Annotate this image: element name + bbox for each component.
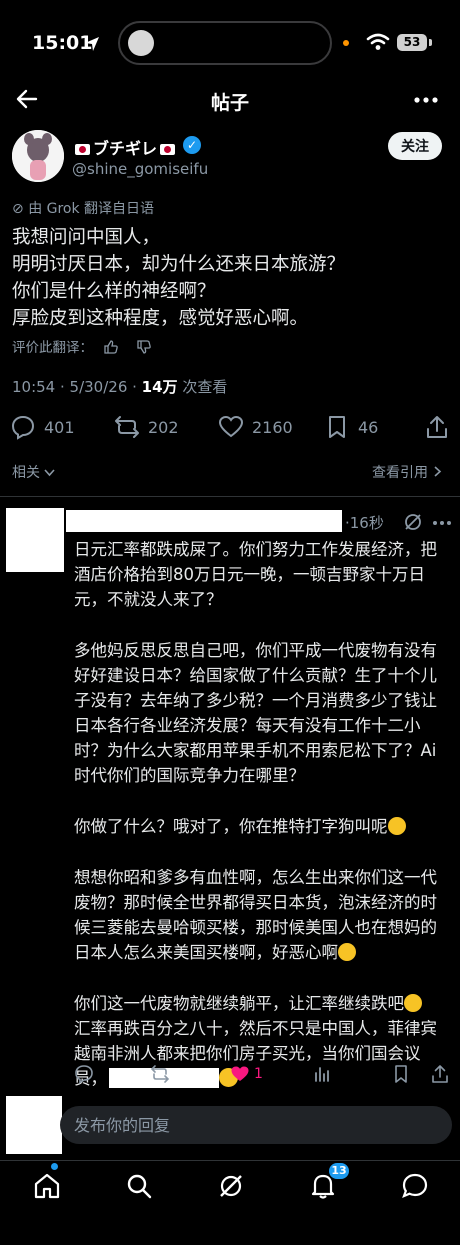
rofl-emoji-icon — [387, 817, 406, 835]
author-name[interactable]: ブチギレ — [72, 135, 178, 159]
author-avatar[interactable] — [12, 130, 64, 182]
like-action[interactable]: 2160 — [218, 412, 293, 442]
share-icon — [432, 1065, 448, 1083]
bookmark-icon — [395, 1065, 407, 1083]
grok-icon: ⊘ — [12, 201, 24, 217]
reply-paragraph: 日元汇率都跌成屎了。你们努力工作发展经济，把酒店价格抬到80万日元一晚，一顿吉野… — [74, 540, 437, 609]
grok-translation-note: ⊘ 由 Grok 翻译自日语 — [12, 198, 154, 218]
author-avatar-image — [12, 130, 64, 182]
battery-level: 53 — [397, 34, 427, 51]
chevron-right-icon — [434, 466, 442, 477]
view-quotes-link[interactable]: 查看引用 — [372, 462, 442, 482]
like-count: 2160 — [252, 417, 293, 437]
rofl-emoji-icon — [404, 994, 422, 1012]
wifi-icon — [366, 33, 390, 50]
status-bar: 15:01 53 — [0, 0, 460, 84]
reply-bookmark-action[interactable] — [391, 1064, 411, 1084]
page-title: 帖子 — [210, 92, 249, 114]
reply-paragraph: 你做了什么？哦对了，你在推特打字狗叫呢 — [74, 814, 450, 839]
reply-action[interactable]: 401 — [10, 412, 75, 442]
bookmark-icon — [329, 416, 345, 438]
reply-icon — [75, 1065, 93, 1084]
reply-views-action[interactable] — [312, 1064, 332, 1084]
thumbs-up-icon[interactable] — [103, 339, 119, 355]
bookmark-action[interactable]: 46 — [324, 412, 378, 442]
home-icon[interactable] — [32, 1171, 62, 1201]
thumbs-down-icon[interactable] — [136, 339, 152, 355]
repost-action[interactable]: 202 — [114, 412, 179, 442]
share-icon — [427, 416, 447, 438]
chevron-down-icon — [44, 469, 56, 477]
compose-avatar-redacted — [6, 1096, 62, 1154]
author-handle[interactable]: @shine_gomiseifu — [72, 160, 208, 178]
author-name-text: ブチギレ — [93, 139, 158, 158]
post-text: 我想问问中国人， 明明讨厌日本，却为什么还来日本旅游？ 你们是什么样的神经啊？ … — [12, 227, 346, 329]
reply-avatar-redacted[interactable] — [6, 508, 64, 572]
reply-more-icon[interactable] — [432, 520, 452, 526]
reply-reply-action[interactable] — [74, 1064, 94, 1084]
translation-source-text: 由 Grok 翻译自日语 — [28, 201, 155, 217]
post-actions: 401 202 2160 46 — [0, 412, 460, 442]
location-arrow-icon — [85, 37, 99, 51]
rofl-emoji-icon — [338, 943, 356, 961]
views-chart-icon — [315, 1067, 329, 1082]
reply-count: 401 — [44, 417, 75, 437]
reply-time: ·16秒 — [345, 514, 384, 532]
rate-translation-label: 评价此翻译： — [12, 340, 93, 356]
reply-actions: 1 — [74, 1064, 450, 1090]
reply-like-action[interactable]: 1 — [230, 1064, 263, 1084]
related-dropdown[interactable]: 相关 — [12, 462, 56, 482]
reply-paragraph-text: 你们这一代废物就继续躺平，让汇率继续跌吧 — [74, 994, 404, 1013]
heart-filled-icon — [231, 1066, 249, 1081]
reply-paragraph-text: 你做了什么？哦对了，你在推特打字狗叫呢 — [74, 817, 388, 836]
search-icon[interactable] — [124, 1171, 154, 1201]
divider — [0, 496, 460, 497]
dynamic-island — [118, 21, 332, 65]
more-options-icon[interactable] — [414, 96, 438, 104]
views-label: 次查看 — [177, 378, 228, 396]
heart-icon — [218, 415, 244, 438]
follow-button[interactable]: 关注 — [388, 132, 442, 160]
reply-like-count: 1 — [254, 1066, 263, 1082]
bookmark-count: 46 — [358, 417, 379, 437]
battery-nub — [429, 39, 432, 46]
view-count: 14万 — [141, 378, 178, 396]
japan-flag-icon — [75, 144, 90, 155]
reply-repost-action[interactable] — [150, 1064, 170, 1084]
reply-author-redacted — [66, 510, 342, 532]
messages-icon[interactable] — [400, 1171, 430, 1201]
verified-badge-icon: ✓ — [183, 136, 201, 154]
japan-flag-icon — [160, 144, 176, 155]
repost-icon — [115, 416, 139, 438]
repost-count: 202 — [148, 417, 179, 437]
post-timestamp: 10:54 · 5/30/26 · — [12, 378, 142, 396]
view-quotes-label: 查看引用 — [372, 465, 428, 481]
share-action[interactable] — [424, 412, 458, 442]
rate-translation: 评价此翻译： — [12, 336, 152, 356]
post-meta: 10:54 · 5/30/26 · 14万 次查看 — [12, 376, 227, 397]
grok-icon[interactable] — [216, 1171, 246, 1201]
reply-icon — [11, 415, 35, 440]
bottom-tab-bar — [0, 1160, 460, 1245]
reply-paragraph-text: 想想你昭和爹多有血性啊，怎么生出来你们这一代废物？那时候全世界都得买日本货，泡沫… — [74, 868, 437, 962]
notifications-badge: 13 — [329, 1163, 349, 1179]
reply-paragraph: 想想你昭和爹多有血性啊，怎么生出来你们这一代废物？那时候全世界都得买日本货，泡沫… — [74, 865, 450, 965]
reply-share-action[interactable] — [430, 1064, 450, 1084]
related-label: 相关 — [12, 465, 40, 481]
home-unread-dot — [51, 1163, 58, 1170]
reply-compose-input[interactable] — [60, 1106, 452, 1144]
privacy-indicator-dot — [343, 40, 349, 46]
reply-paragraph: 多他妈反思反思自己吧，你们平成一代废物有没有好好建设日本？给国家做了什么贡献？生… — [74, 641, 437, 785]
grok-icon[interactable] — [403, 512, 423, 532]
repost-icon — [150, 1065, 170, 1083]
island-avatar — [128, 30, 154, 56]
reply-text: 日元汇率都跌成屎了。你们努力工作发展经济，把酒店价格抬到80万日元一晚，一顿吉野… — [74, 537, 450, 1091]
